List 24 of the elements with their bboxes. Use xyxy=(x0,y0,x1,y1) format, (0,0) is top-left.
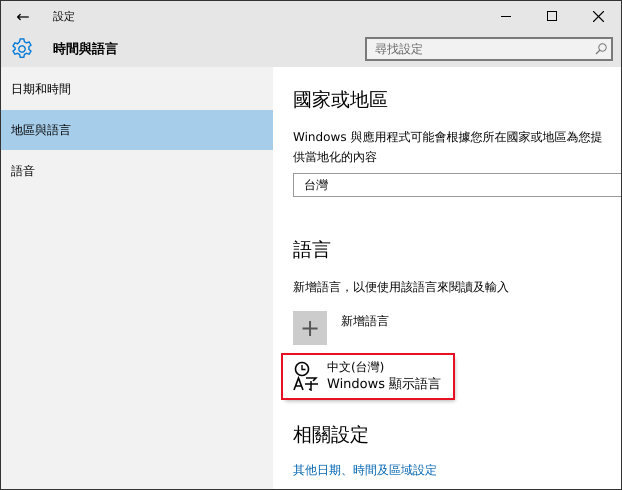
sidebar-item[interactable]: 地區與語言 xyxy=(1,110,273,150)
sidebar-item[interactable]: 日期和時間 xyxy=(1,69,273,109)
add-language-button[interactable]: + xyxy=(293,311,327,345)
maximize-icon xyxy=(547,11,557,21)
search-icon xyxy=(595,43,607,55)
settings-link[interactable]: 其他日期、時間及區域設定 xyxy=(293,463,437,477)
language-detail: Windows 顯示語言 xyxy=(327,376,442,394)
back-button[interactable]: ← xyxy=(1,1,45,31)
section-heading: 相關設定 xyxy=(293,423,370,448)
add-language-label: 新增語言 xyxy=(341,313,389,330)
page-title: 時間與語言 xyxy=(53,40,119,58)
country-dropdown[interactable]: 台灣 xyxy=(293,173,621,197)
language-description: 新增語言，以便使用該語言來閱讀及輸入 xyxy=(293,279,510,296)
gear-icon xyxy=(11,38,33,60)
language-name: 中文(台灣) xyxy=(327,359,386,376)
window-title: 設定 xyxy=(53,8,76,24)
sidebar-item[interactable]: 語音 xyxy=(1,151,273,191)
section-heading: 語言 xyxy=(293,238,332,263)
search-field[interactable]: 尋找設定 xyxy=(365,37,613,61)
region-description: Windows 與應用程式可能會根據您所在國家或地區為您提供當地化的內容 xyxy=(293,129,604,166)
close-icon xyxy=(592,10,604,22)
language-item[interactable]: 中文(台灣) Windows 顯示語言 xyxy=(283,355,454,398)
section-heading: 國家或地區 xyxy=(293,88,389,113)
language-icon xyxy=(293,361,319,391)
